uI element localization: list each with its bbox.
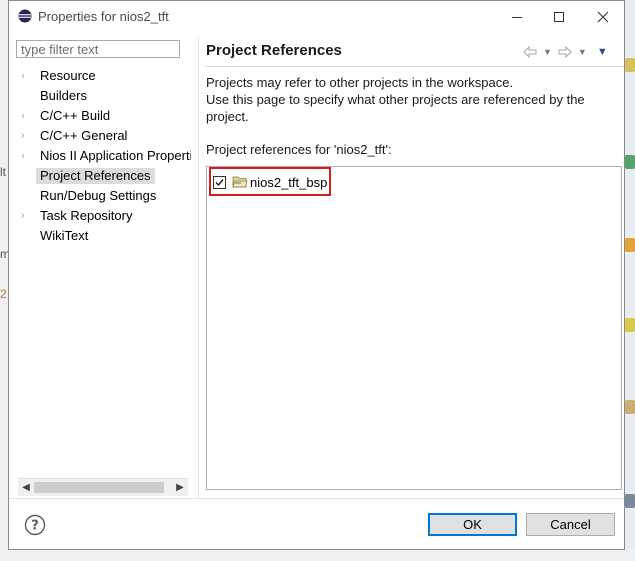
expand-chevron-icon[interactable]: › (21, 210, 31, 222)
references-label: Project references for 'nios2_tft': (206, 142, 392, 157)
filter-input[interactable] (16, 40, 180, 58)
dropdown-icon[interactable]: ▼ (578, 47, 587, 57)
help-icon: ? (24, 514, 46, 536)
minimize-icon (512, 16, 522, 18)
tree-item-builders[interactable]: Builders (15, 86, 191, 106)
maximize-button[interactable] (538, 1, 580, 32)
close-icon (597, 11, 609, 22)
tree-item-nios-ii-application-properties[interactable]: › Nios II Application Properties (15, 146, 191, 166)
project-references-list[interactable]: nios2_tft_bsp (206, 166, 622, 490)
tree-item-label: Nios II Application Properties (40, 148, 191, 163)
tree-item-cpp-build[interactable]: › C/C++ Build (15, 106, 191, 126)
tree-item-label: Project References (36, 168, 155, 184)
tree-item-label: Builders (40, 88, 87, 103)
close-button[interactable] (582, 1, 624, 32)
background-icon (625, 494, 635, 508)
dropdown-icon[interactable]: ▼ (543, 47, 552, 57)
svg-text:?: ? (31, 519, 39, 534)
cancel-button[interactable]: Cancel (526, 513, 615, 536)
tree-item-label: Task Repository (40, 208, 133, 223)
tree-item-label: Run/Debug Settings (40, 188, 157, 203)
minimize-button[interactable] (496, 1, 538, 32)
tree-item-wikitext[interactable]: WikiText (15, 226, 191, 246)
description-line: Use this page to specify what other proj… (206, 92, 585, 124)
properties-dialog: Properties for nios2_tft › Resource Buil… (8, 0, 625, 550)
title-separator (205, 66, 624, 67)
forward-arrow-icon[interactable] (558, 46, 572, 58)
help-button[interactable]: ? (24, 514, 46, 536)
back-arrow-icon[interactable] (523, 46, 537, 58)
tree-item-task-repository[interactable]: › Task Repository (15, 206, 191, 226)
property-pages-tree-pane: › Resource Builders › C/C++ Build › C/C+… (15, 38, 191, 498)
window-title: Properties for nios2_tft (38, 9, 169, 24)
scrollbar-thumb[interactable] (34, 482, 164, 493)
page-navigation-toolbar: ▼ ▼ ▼ (523, 42, 608, 62)
highlight-annotation-box (209, 167, 331, 196)
maximize-icon (554, 11, 564, 22)
tree-item-cpp-general[interactable]: › C/C++ General (15, 126, 191, 146)
expand-chevron-icon[interactable]: › (21, 110, 31, 122)
tree-item-label: C/C++ General (40, 128, 128, 143)
background-window-left (0, 0, 8, 561)
background-icon (625, 318, 635, 332)
scroll-left-icon[interactable]: ◀ (19, 480, 33, 495)
page-description: Projects may refer to other projects in … (206, 74, 606, 125)
ok-button[interactable]: OK (428, 513, 517, 536)
background-icon (625, 238, 635, 252)
background-icon (625, 155, 635, 169)
pane-sash[interactable] (198, 38, 199, 498)
tree-item-label: C/C++ Build (40, 108, 111, 123)
expand-chevron-icon[interactable]: › (21, 150, 31, 162)
title-bar[interactable]: Properties for nios2_tft (9, 1, 624, 32)
expand-chevron-icon[interactable]: › (21, 130, 31, 142)
background-text-fragment: 2 (0, 287, 7, 301)
footer-separator (9, 498, 624, 499)
property-page-content: Project References ▼ ▼ ▼ Projects may re… (205, 38, 624, 498)
tree-item-label: Resource (40, 68, 96, 83)
expand-chevron-icon[interactable]: › (21, 70, 31, 82)
page-title: Project References (206, 42, 342, 59)
background-window-right (625, 0, 635, 561)
tree-item-label: WikiText (40, 228, 89, 243)
eclipse-icon (18, 9, 32, 23)
scroll-right-icon[interactable]: ▶ (173, 480, 187, 495)
background-icon (625, 58, 635, 72)
background-icon (625, 400, 635, 414)
tree-item-project-references[interactable]: Project References (15, 166, 191, 186)
view-menu-icon[interactable]: ▼ (597, 46, 608, 58)
tree-item-run-debug-settings[interactable]: Run/Debug Settings (15, 186, 191, 206)
background-text-fragment: lt (0, 165, 6, 179)
horizontal-scrollbar[interactable]: ◀ ▶ (18, 478, 188, 496)
tree-item-resource[interactable]: › Resource (15, 66, 191, 86)
description-line: Projects may refer to other projects in … (206, 75, 514, 90)
